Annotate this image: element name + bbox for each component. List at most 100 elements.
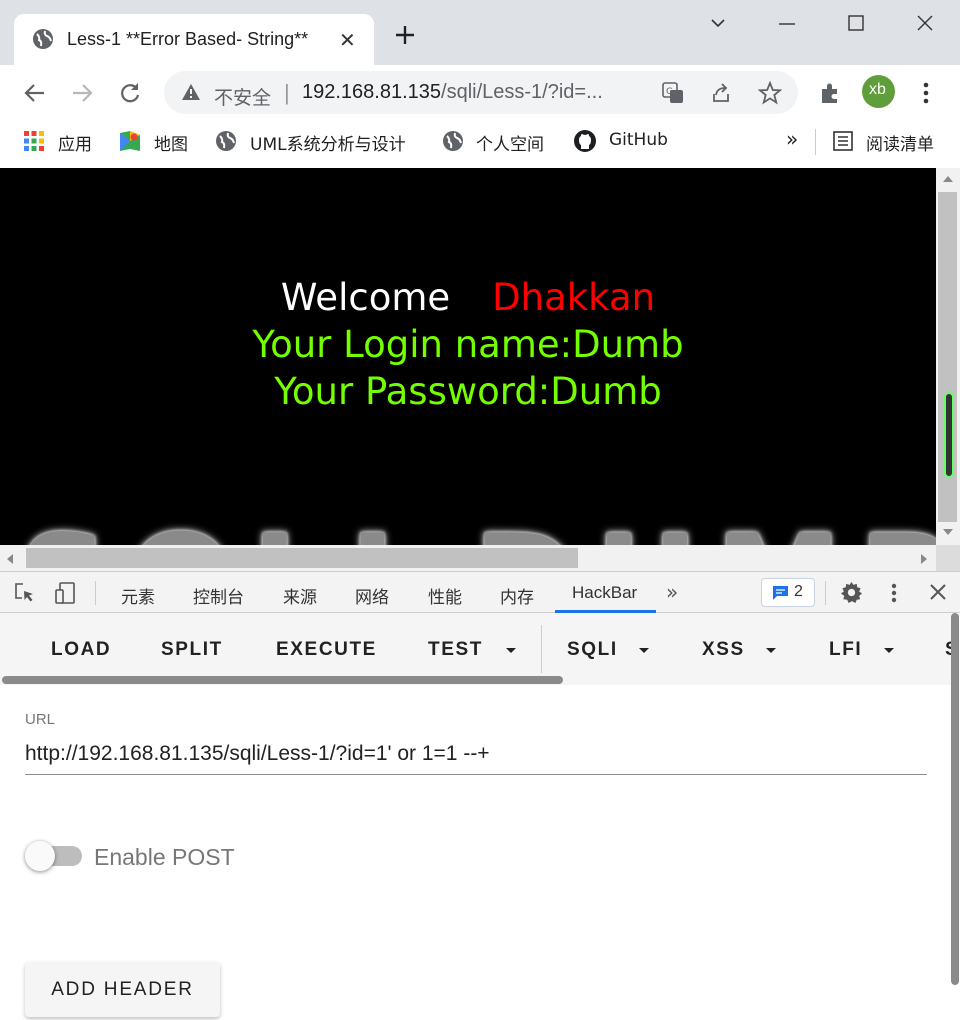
page-viewport: Welcome Dhakkan Your Login name:Dumb Your…	[0, 168, 936, 545]
menu-kebab-icon[interactable]	[914, 80, 938, 106]
translate-icon[interactable]: G	[662, 82, 684, 104]
load-button[interactable]: LOAD	[51, 639, 111, 661]
xss-menu-button[interactable]: XSS	[702, 639, 745, 661]
browser-toolbar: 不安全 | 192.168.81.135/sqli/Less-1/?id=...…	[0, 65, 960, 120]
scroll-up-icon[interactable]	[942, 175, 954, 183]
more-tabs-icon[interactable]: »	[666, 580, 678, 604]
scroll-thumb[interactable]	[26, 548, 578, 568]
security-label: 不安全	[214, 87, 272, 109]
login-name-line: Your Login name:Dumb	[252, 323, 684, 366]
bookmark-personal[interactable]: 个人空间	[476, 130, 544, 155]
divider	[95, 581, 96, 605]
lfi-menu-button[interactable]: LFI	[829, 639, 862, 661]
url-host: 192.168.81.135	[302, 81, 442, 103]
new-tab-icon[interactable]	[392, 22, 418, 48]
share-icon[interactable]	[710, 82, 732, 104]
devtools-scrollbar[interactable]	[951, 613, 960, 1020]
bookmark-apps[interactable]: 应用	[58, 130, 92, 155]
add-header-button[interactable]: ADD HEADER	[25, 962, 220, 1017]
enable-post-label[interactable]: Enable POST	[94, 844, 235, 871]
toggle-knob[interactable]	[25, 841, 55, 871]
warning-icon[interactable]	[181, 83, 201, 101]
sqli-menu-button[interactable]: SQLI	[567, 639, 618, 661]
chevron-down-icon[interactable]	[506, 648, 516, 653]
reading-list-icon[interactable]	[832, 130, 854, 152]
close-window-icon[interactable]	[914, 12, 936, 34]
url-label: URL	[25, 711, 56, 728]
issues-badge[interactable]: 2	[761, 578, 815, 607]
browser-tab[interactable]: Less-1 **Error Based- String** ✕	[14, 14, 374, 65]
maps-icon[interactable]	[118, 129, 142, 153]
bookmark-maps[interactable]: 地图	[154, 130, 188, 155]
apps-grid-icon[interactable]	[23, 130, 45, 152]
profile-avatar[interactable]: xb	[862, 75, 895, 108]
scroll-thumb[interactable]	[951, 613, 959, 985]
tab-search-icon[interactable]	[707, 12, 729, 34]
inspect-element-icon[interactable]	[14, 582, 36, 604]
reload-icon[interactable]	[117, 80, 143, 106]
horizontal-scrollbar[interactable]	[0, 545, 936, 571]
bookmark-uml[interactable]: UML系统分析与设计	[250, 130, 406, 155]
devtools-menu-icon[interactable]	[884, 581, 904, 605]
scroll-down-icon[interactable]	[942, 528, 954, 536]
tab-elements[interactable]: 元素	[121, 583, 155, 608]
bookmark-star-icon[interactable]	[758, 81, 782, 105]
split-button[interactable]: SPLIT	[161, 639, 223, 661]
url-text: 192.168.81.135/sqli/Less-1/?id=...	[302, 81, 603, 104]
scroll-right-icon[interactable]	[920, 553, 928, 565]
address-bar[interactable]: 不安全 | 192.168.81.135/sqli/Less-1/?id=...…	[164, 71, 798, 114]
divider	[541, 625, 542, 673]
password-line: Your Password:Dumb	[274, 370, 662, 413]
execute-button[interactable]: EXECUTE	[276, 639, 377, 661]
tab-title: Less-1 **Error Based- String**	[67, 29, 309, 49]
chevron-down-icon[interactable]	[639, 648, 649, 653]
settings-gear-icon[interactable]	[840, 581, 863, 604]
back-icon[interactable]	[22, 80, 48, 106]
welcome-line: Welcome Dhakkan	[0, 276, 936, 319]
tab-strip: Less-1 **Error Based- String** ✕	[0, 0, 960, 65]
device-toolbar-icon[interactable]	[54, 582, 78, 604]
tab-network[interactable]: 网络	[355, 583, 389, 608]
globe-icon	[33, 29, 53, 49]
github-icon[interactable]	[573, 129, 597, 153]
hackbar-toolbar: LOAD SPLIT EXECUTE TEST SQLI XSS LFI S	[0, 613, 951, 685]
tab-close-icon[interactable]: ✕	[339, 28, 356, 53]
welcome-text: Welcome	[280, 276, 451, 319]
chevron-down-icon[interactable]	[766, 648, 776, 653]
tab-hackbar[interactable]: HackBar	[572, 583, 637, 603]
tab-performance[interactable]: 性能	[428, 583, 462, 608]
test-menu-button[interactable]: TEST	[428, 639, 483, 661]
vertical-scrollbar[interactable]	[936, 168, 960, 545]
tab-console[interactable]: 控制台	[193, 583, 244, 608]
devtools-tabbar: 元素 控制台 来源 网络 性能 内存 HackBar » 2	[0, 571, 960, 613]
globe-icon[interactable]	[215, 130, 237, 152]
divider	[825, 581, 826, 605]
extensions-icon[interactable]	[818, 80, 844, 106]
hackbar-content: URL Enable POST ADD HEADER	[0, 685, 951, 1020]
scroll-left-icon[interactable]	[6, 553, 14, 565]
toolbar-scroll-thumb[interactable]	[2, 676, 563, 684]
minimize-icon[interactable]	[776, 12, 798, 34]
url-input[interactable]	[25, 733, 927, 775]
user-name: Dhakkan	[492, 276, 656, 319]
close-devtools-icon[interactable]	[929, 583, 947, 601]
chevron-down-icon[interactable]	[884, 648, 894, 653]
url-path: /sqli/Less-1/?id=...	[441, 81, 603, 103]
scroll-indicator	[944, 392, 954, 478]
tab-sources[interactable]: 来源	[283, 583, 317, 608]
svg-text:G: G	[666, 87, 673, 97]
message-icon	[773, 586, 788, 600]
globe-icon[interactable]	[442, 130, 464, 152]
maximize-icon[interactable]	[845, 12, 867, 34]
forward-icon[interactable]	[69, 80, 95, 106]
bookmark-reading-list[interactable]: 阅读清单	[866, 130, 934, 155]
bookmarks-overflow-icon[interactable]: »	[786, 127, 798, 151]
bookmarks-bar: 应用 地图 UML系统分析与设计 个人空间 GitHub » 阅读清单	[0, 120, 960, 168]
tab-memory[interactable]: 内存	[500, 583, 534, 608]
bookmark-github[interactable]: GitHub	[609, 130, 668, 150]
profile-initials: xb	[869, 81, 886, 98]
separator: |	[284, 80, 290, 105]
banner-image: SQLI DUMB S	[18, 508, 936, 545]
issues-count: 2	[794, 583, 803, 600]
scroll-corner	[936, 545, 960, 571]
